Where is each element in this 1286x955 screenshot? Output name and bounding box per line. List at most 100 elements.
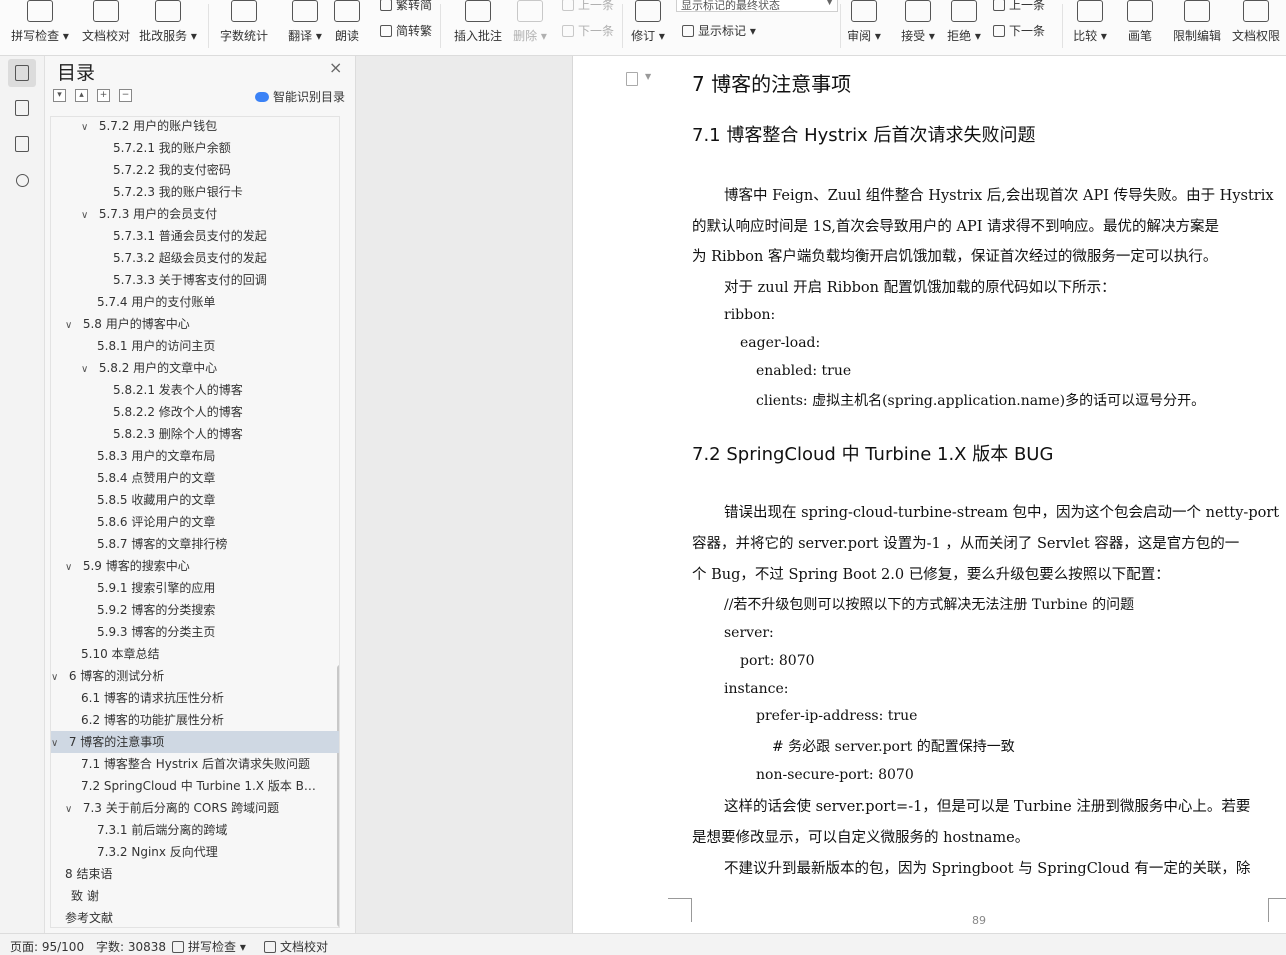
next-change-button[interactable]: 下一条 [993, 22, 1045, 39]
prev-change-button[interactable]: 上一条 [993, 0, 1045, 13]
doc-proof-icon [93, 0, 119, 22]
toc-item[interactable]: 5.8.2.3 删除个人的博客 [51, 423, 339, 445]
toc-item[interactable]: ∨ 6 博客的测试分析 [51, 665, 339, 687]
toc-item[interactable]: 5.8.3 用户的文章布局 [51, 445, 339, 467]
search-button[interactable] [8, 166, 36, 194]
toc-item[interactable]: 5.7.3.2 超级会员支付的发起 [51, 247, 339, 269]
chevron-down-icon[interactable]: ∨ [81, 359, 95, 379]
toc-item[interactable]: 5.7.3.3 关于博客支付的回调 [51, 269, 339, 291]
smart-toc-button[interactable]: 智能识别目录 [255, 88, 345, 105]
toc-item[interactable]: 5.9.2 博客的分类搜索 [51, 599, 339, 621]
doc-permission-button[interactable]: 文档权限 [1226, 0, 1286, 54]
read-aloud-button[interactable]: 朗读 [317, 0, 377, 54]
restrict-edit-button[interactable]: 限制编辑 [1167, 0, 1227, 54]
show-markup-button[interactable]: 显示标记 ▾ [682, 22, 756, 39]
trad-to-simp-button[interactable]: 繁转简 [380, 0, 432, 13]
track-changes-icon [635, 0, 661, 22]
simp-to-trad-button[interactable]: 简转繁 [380, 22, 432, 39]
body-text: 个 Bug，不过 Spring Boot 2.0 已修复，要么升级包要么按照以下… [692, 567, 1170, 583]
track-changes-button[interactable]: 修订 ▾ [618, 0, 678, 54]
prev-comment-button[interactable]: 上一条 [562, 0, 614, 13]
toc-item[interactable]: 参考文献 [51, 907, 339, 927]
chevron-down-icon[interactable]: ∨ [65, 557, 79, 577]
code-line: clients: 虚拟主机名(spring.application.name)多… [756, 393, 1206, 409]
ai-icon [255, 91, 269, 102]
toc-item[interactable]: ∨ 7.3 关于前后分离的 CORS 跨域问题 [51, 797, 339, 819]
toc-item[interactable]: 7.3.1 前后端分离的跨域 [51, 819, 339, 841]
body-text: 博客中 Feign、Zuul 组件整合 Hystrix 后,会出现首次 API … [724, 188, 1274, 204]
ribbon-button-label: 删除 ▾ [513, 29, 547, 43]
toc-item[interactable]: ∨ 5.9 博客的搜索中心 [51, 555, 339, 577]
nav-pane-button[interactable] [8, 94, 36, 122]
delete-comment-button[interactable]: 删除 ▾ [500, 0, 560, 54]
review-pane-button[interactable]: 审阅 ▾ [834, 0, 894, 54]
chevron-down-icon[interactable]: ∨ [81, 117, 95, 137]
toc-item[interactable]: 5.7.4 用户的支付账单 [51, 291, 339, 313]
toc-item[interactable]: ∨ 5.8.2 用户的文章中心 [51, 357, 339, 379]
code-line: prefer-ip-address: true [756, 708, 918, 724]
chevron-down-icon[interactable]: ∨ [51, 733, 65, 753]
close-icon[interactable]: × [329, 58, 342, 77]
expand-up-icon[interactable]: ▴ [75, 89, 88, 102]
collapse-all-icon[interactable]: ▾ [53, 89, 66, 102]
toc-item[interactable]: 5.8.7 博客的文章排行榜 [51, 533, 339, 555]
toc-item[interactable]: 5.8.2.2 修改个人的博客 [51, 401, 339, 423]
insert-comment-button[interactable]: 插入批注 [448, 0, 508, 54]
toc-item[interactable]: 5.8.1 用户的访问主页 [51, 335, 339, 357]
toc-item-label: 7.1 博客整合 Hystrix 后首次请求失败问题 [81, 757, 310, 771]
ribbon-button-label: 插入批注 [453, 29, 502, 43]
word-count-button[interactable]: 字数统计 [214, 0, 274, 54]
toc-item[interactable]: 5.7.2.2 我的支付密码 [51, 159, 339, 181]
next-comment-button[interactable]: 下一条 [562, 22, 614, 39]
toc-item-label: 5.9.3 博客的分类主页 [97, 625, 216, 639]
bookmark-button[interactable] [8, 130, 36, 158]
remove-heading-icon[interactable]: − [119, 89, 132, 102]
page-indicator[interactable]: 页面: 95/100 [10, 938, 84, 955]
toc-item[interactable]: 5.7.2.1 我的账户余额 [51, 137, 339, 159]
toc-item[interactable]: 7.2 SpringCloud 中 Turbine 1.X 版本 BUG [51, 775, 339, 797]
review-service-icon [155, 0, 181, 22]
chevron-down-icon[interactable]: ∨ [65, 315, 79, 335]
markup-state-select[interactable]: 显示标记的最终状态 ▼ [676, 0, 838, 12]
toc-item[interactable]: 5.8.5 收藏用户的文章 [51, 489, 339, 511]
abc-check-button[interactable]: 拼写检查 ▾ [10, 0, 70, 54]
compare-icon [1077, 0, 1103, 22]
chevron-down-icon[interactable]: ∨ [65, 799, 79, 819]
toc-item[interactable]: 7.3.2 Nginx 反向代理 [51, 841, 339, 863]
body-text: 的默认响应时间是 1S,首次会导致用户的 API 请求得不到响应。最优的解决方案… [692, 219, 1220, 235]
add-heading-icon[interactable]: + [97, 89, 110, 102]
toc-item[interactable]: 6.1 博客的请求抗压性分析 [51, 687, 339, 709]
chevron-down-icon[interactable]: ∨ [51, 667, 65, 687]
toc-item[interactable]: 5.10 本章总结 [51, 643, 339, 665]
code-line: port: 8070 [740, 653, 815, 669]
reject-button[interactable]: 拒绝 ▾ [934, 0, 994, 54]
toc-item[interactable]: 5.7.2.3 我的账户银行卡 [51, 181, 339, 203]
toc-item[interactable]: 5.8.2.1 发表个人的博客 [51, 379, 339, 401]
status-spell-check[interactable]: 拼写检查 ▾ [172, 938, 246, 955]
toc-item[interactable]: 5.9.3 博客的分类主页 [51, 621, 339, 643]
toc-pane-button[interactable] [8, 59, 36, 87]
chevron-down-icon[interactable]: ∨ [81, 205, 95, 225]
toc-item[interactable]: 5.8.6 评论用户的文章 [51, 511, 339, 533]
chevron-down-icon[interactable]: ▼ [645, 72, 651, 81]
toc-item[interactable]: ∨ 7 博客的注意事项 [51, 731, 339, 753]
prev-comment-icon [562, 0, 574, 11]
toc-item[interactable]: ∨ 5.8 用户的博客中心 [51, 313, 339, 335]
paragraph-format-icon[interactable] [626, 72, 638, 86]
toc-item[interactable]: 5.8.4 点赞用户的文章 [51, 467, 339, 489]
word-count-icon [231, 0, 257, 22]
toc-item[interactable]: 5.7.3.1 普通会员支付的发起 [51, 225, 339, 247]
toc-item-label: 5.7.2.1 我的账户余额 [113, 141, 231, 155]
doc-proof-button[interactable]: 文档校对 [76, 0, 136, 54]
toc-item[interactable]: 8 结束语 [51, 863, 339, 885]
status-proofread[interactable]: 文档校对 [264, 938, 328, 955]
pen-button[interactable]: 画笔 [1110, 0, 1170, 54]
toc-item[interactable]: 致 谢 [51, 885, 339, 907]
toc-item[interactable]: 7.1 博客整合 Hystrix 后首次请求失败问题 [51, 753, 339, 775]
toc-item[interactable]: ∨ 5.7.3 用户的会员支付 [51, 203, 339, 225]
toc-item[interactable]: ∨ 5.7.2 用户的账户钱包 [51, 117, 339, 137]
toc-item[interactable]: 6.2 博客的功能扩展性分析 [51, 709, 339, 731]
toc-item[interactable]: 5.9.1 搜索引擎的应用 [51, 577, 339, 599]
review-service-button[interactable]: 批改服务 ▾ [138, 0, 198, 54]
word-count-indicator[interactable]: 字数: 30838 [96, 938, 166, 955]
